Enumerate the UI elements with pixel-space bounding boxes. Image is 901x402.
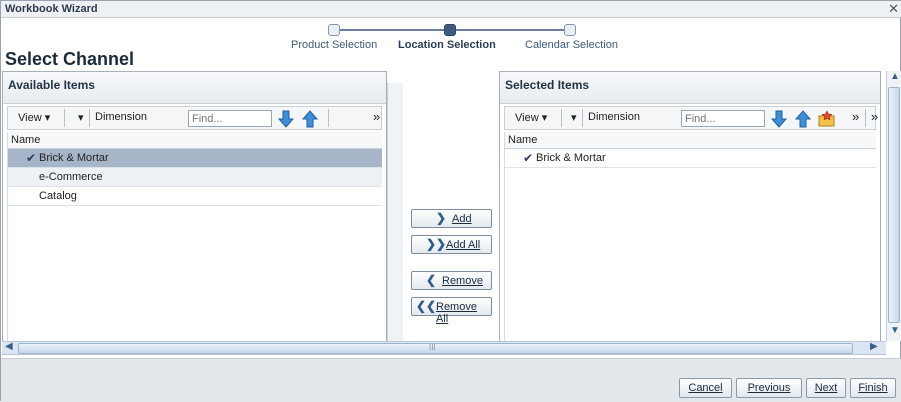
available-items-panel: Available Items View ▾ ▾ Dimension » Nam… bbox=[2, 71, 387, 353]
available-panel-header: Available Items bbox=[3, 72, 386, 104]
table-row[interactable]: e-Commerce bbox=[8, 168, 382, 187]
name-column-header[interactable]: Name bbox=[8, 132, 382, 149]
selected-panel-header: Selected Items bbox=[500, 72, 880, 104]
toolbar-overflow-icon[interactable]: » bbox=[373, 109, 380, 124]
next-label: Next bbox=[814, 382, 838, 394]
check-icon: ✔ bbox=[523, 151, 534, 165]
remove-all-button[interactable]: ❮❮ Remove All bbox=[411, 297, 492, 325]
wizard-train: Product Selection Location Selection Cal… bbox=[1, 23, 901, 53]
dimension-menu-icon[interactable]: ▾ bbox=[571, 111, 577, 124]
finish-label: Finish bbox=[858, 382, 888, 394]
scroll-grip: III bbox=[429, 343, 436, 352]
available-panel-title: Available Items bbox=[8, 78, 95, 92]
row-label: e-Commerce bbox=[39, 171, 103, 183]
move-down-icon[interactable] bbox=[278, 110, 294, 128]
previous-label: Previous bbox=[747, 382, 791, 394]
wizard-window: Workbook Wizard ✕ Product Selection Loca… bbox=[0, 0, 901, 402]
remove-label: Remove bbox=[442, 275, 483, 287]
horizontal-scrollbar[interactable]: ◀ III ▶ bbox=[2, 341, 886, 355]
train-connector bbox=[340, 29, 444, 31]
move-up-icon[interactable] bbox=[795, 110, 811, 128]
double-chevron-left-icon: ❮❮ bbox=[416, 299, 437, 313]
vertical-scroll-thumb[interactable] bbox=[888, 87, 900, 323]
train-stop-calendar[interactable] bbox=[564, 24, 576, 36]
available-find-input[interactable] bbox=[188, 110, 272, 127]
train-label-calendar[interactable]: Calendar Selection bbox=[525, 39, 618, 51]
available-grid: Name ✔ Brick & Mortar e-Commerce Catalog bbox=[7, 132, 382, 352]
view-menu[interactable]: View ▾ bbox=[515, 111, 547, 124]
table-row[interactable]: ✔ Brick & Mortar bbox=[8, 149, 382, 168]
name-column-header[interactable]: Name bbox=[505, 132, 876, 149]
dimension-menu[interactable]: Dimension bbox=[95, 111, 147, 123]
selected-panel-title: Selected Items bbox=[505, 78, 590, 92]
window-title: Workbook Wizard bbox=[5, 3, 98, 15]
remove-button[interactable]: ❮ Remove bbox=[411, 271, 492, 290]
train-connector bbox=[456, 29, 564, 31]
finish-button[interactable]: Finish bbox=[850, 378, 896, 398]
chevron-left-icon: ❮ bbox=[426, 273, 437, 287]
next-button[interactable]: Next bbox=[806, 378, 846, 398]
toolbar-divider bbox=[561, 109, 562, 127]
train-stop-location[interactable] bbox=[444, 24, 456, 36]
wizard-footer: Cancel Previous Next Finish bbox=[1, 358, 901, 402]
view-menu[interactable]: View ▾ bbox=[18, 111, 50, 124]
toolbar-divider bbox=[64, 109, 65, 127]
remove-all-label: Remove All bbox=[436, 301, 477, 325]
horizontal-scroll-thumb[interactable]: III bbox=[18, 343, 853, 354]
folder-star-icon[interactable] bbox=[818, 110, 836, 128]
toolbar-divider bbox=[89, 109, 90, 127]
train-stop-product[interactable] bbox=[328, 24, 340, 36]
previous-button[interactable]: Previous bbox=[736, 378, 802, 398]
add-all-label: Add All bbox=[446, 239, 481, 251]
scroll-right-icon[interactable]: ▶ bbox=[870, 341, 878, 352]
row-label: Catalog bbox=[39, 190, 77, 202]
table-row[interactable]: ✔ Brick & Mortar bbox=[505, 149, 876, 168]
move-down-icon[interactable] bbox=[771, 110, 787, 128]
check-icon: ✔ bbox=[26, 151, 37, 165]
double-chevron-right-icon: ❯❯ bbox=[426, 237, 447, 251]
close-icon[interactable]: ✕ bbox=[888, 2, 899, 16]
chevron-right-icon: ❯ bbox=[436, 211, 447, 225]
row-label: Brick & Mortar bbox=[536, 152, 606, 164]
selected-toolbar: View ▾ ▾ Dimension » » bbox=[504, 106, 878, 130]
toolbar-overflow-icon[interactable]: » bbox=[852, 109, 859, 124]
row-label: Brick & Mortar bbox=[39, 152, 109, 164]
view-label: View bbox=[515, 112, 539, 124]
move-up-icon[interactable] bbox=[302, 110, 318, 128]
train-label-product[interactable]: Product Selection bbox=[291, 39, 377, 51]
selected-grid: Name ✔ Brick & Mortar bbox=[504, 132, 876, 352]
add-label: Add bbox=[452, 213, 472, 225]
scroll-up-icon[interactable]: ▲ bbox=[890, 71, 900, 82]
title-bar: Workbook Wizard ✕ bbox=[1, 1, 901, 18]
available-toolbar: View ▾ ▾ Dimension » bbox=[7, 106, 382, 130]
dimension-menu-icon[interactable]: ▾ bbox=[78, 111, 84, 124]
available-vertical-scrollbar[interactable] bbox=[387, 83, 403, 353]
toolbar-divider bbox=[328, 109, 329, 127]
cancel-label: Cancel bbox=[688, 382, 723, 394]
cancel-button[interactable]: Cancel bbox=[679, 378, 732, 398]
scroll-left-icon[interactable]: ◀ bbox=[5, 341, 13, 352]
add-button[interactable]: ❯ Add bbox=[411, 209, 492, 228]
toolbar-divider bbox=[582, 109, 583, 127]
table-row[interactable]: Catalog bbox=[8, 187, 382, 206]
selected-find-input[interactable] bbox=[681, 110, 765, 127]
selected-items-panel: Selected Items View ▾ ▾ Dimension » » Na… bbox=[499, 71, 881, 353]
page-title: Select Channel bbox=[5, 49, 135, 69]
view-label: View bbox=[18, 112, 42, 124]
toolbar-overflow-icon[interactable]: » bbox=[871, 109, 878, 124]
toolbar-divider bbox=[865, 109, 866, 127]
vertical-scrollbar[interactable]: ▲ ▼ bbox=[886, 71, 901, 341]
train-label-location[interactable]: Location Selection bbox=[398, 39, 496, 51]
dimension-menu[interactable]: Dimension bbox=[588, 111, 640, 123]
add-all-button[interactable]: ❯❯ Add All bbox=[411, 235, 492, 254]
scroll-down-icon[interactable]: ▼ bbox=[890, 325, 900, 336]
